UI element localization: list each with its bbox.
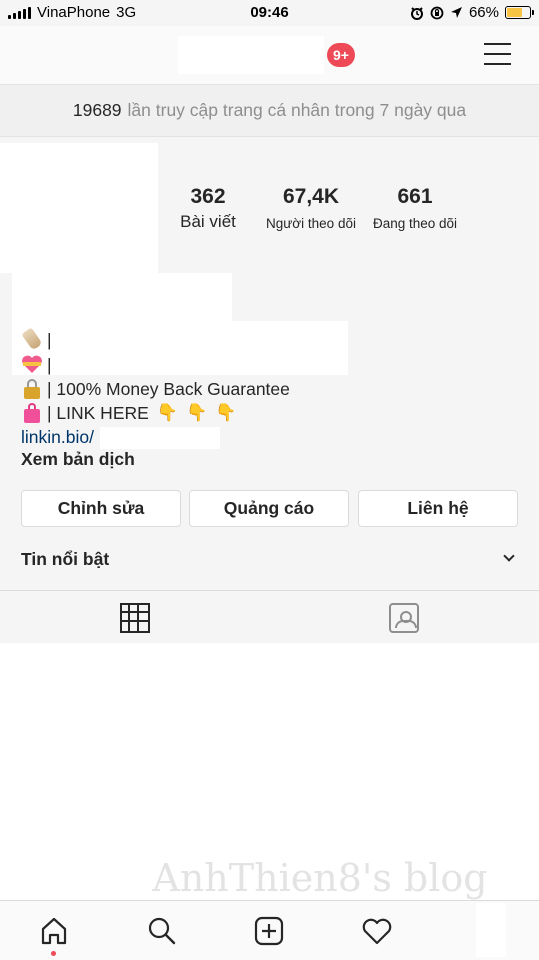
avatar[interactable] bbox=[0, 143, 158, 273]
promote-button[interactable]: Quảng cáo bbox=[189, 490, 349, 527]
alarm-icon bbox=[410, 6, 423, 20]
profile-section: 362 Bài viết 67,4K Người theo dõi 661 Đa… bbox=[0, 137, 539, 590]
shopping-bags-icon bbox=[21, 402, 43, 424]
nav-new-post[interactable] bbox=[215, 901, 323, 960]
new-post-icon bbox=[254, 916, 284, 946]
grid-icon bbox=[119, 602, 150, 633]
following-count: 661 bbox=[397, 185, 433, 208]
chevron-down-icon[interactable] bbox=[503, 550, 515, 562]
pointing-down-icon: 👇 bbox=[215, 403, 237, 422]
bio-link-redacted bbox=[100, 427, 220, 449]
bio-link[interactable]: linkin.bio/ bbox=[21, 427, 94, 448]
posts-grid-area bbox=[0, 643, 539, 900]
profile-visits-banner[interactable]: 19689 lần truy cập trang cá nhân trong 7… bbox=[0, 84, 539, 137]
visits-text: lần truy cập trang cá nhân trong 7 ngày … bbox=[127, 100, 467, 120]
home-active-dot bbox=[51, 951, 56, 956]
username-redacted[interactable] bbox=[178, 36, 324, 74]
lock-icon bbox=[21, 378, 43, 400]
profile-tab-redacted[interactable] bbox=[476, 903, 506, 957]
nav-activity[interactable] bbox=[323, 901, 431, 960]
bio-line-4: | LINK HERE 👇 👇 👇 bbox=[21, 402, 236, 424]
bio-line-3: | 100% Money Back Guarantee bbox=[21, 378, 290, 400]
profile-name-redacted bbox=[12, 273, 232, 321]
heart-ribbon-icon bbox=[21, 354, 43, 376]
status-right: 66% bbox=[410, 4, 534, 21]
pointing-down-icon: 👇 bbox=[185, 403, 208, 422]
stat-posts[interactable]: 362 Bài viết bbox=[170, 185, 246, 232]
bio-line-2-text: | bbox=[47, 354, 52, 375]
status-bar: VinaPhone 3G 09:46 66% bbox=[0, 0, 539, 26]
activity-heart-icon bbox=[362, 918, 392, 945]
bio-line-3-text: | 100% Money Back Guarantee bbox=[47, 378, 290, 399]
contact-button[interactable]: Liên hệ bbox=[358, 490, 518, 527]
bio-line-4-text: | LINK HERE bbox=[47, 402, 149, 423]
followers-count: 67,4K bbox=[282, 185, 340, 208]
bottom-nav bbox=[0, 900, 539, 960]
battery-percent: 66% bbox=[468, 4, 499, 21]
story-highlights-label[interactable]: Tin nổi bật bbox=[21, 549, 109, 570]
nav-search[interactable] bbox=[108, 901, 216, 960]
see-translation-link[interactable]: Xem bản dịch bbox=[21, 449, 135, 470]
profile-header: 9+ bbox=[0, 26, 539, 84]
baby-bottle-icon bbox=[21, 327, 43, 351]
home-icon bbox=[41, 917, 67, 945]
bio-line-2: | bbox=[21, 354, 52, 376]
stat-followers[interactable]: 67,4K Người theo dõi bbox=[259, 185, 363, 231]
followers-label: Người theo dõi bbox=[266, 216, 356, 231]
tab-tagged[interactable] bbox=[269, 591, 538, 644]
tab-grid[interactable] bbox=[0, 591, 269, 644]
location-arrow-icon bbox=[450, 7, 462, 18]
visits-count: 19689 bbox=[72, 100, 122, 120]
bio-line-1-text: | bbox=[47, 329, 52, 350]
pointing-down-icon: 👇 bbox=[156, 403, 178, 422]
bio-line-1: | bbox=[21, 327, 52, 351]
posts-count: 362 bbox=[190, 185, 226, 208]
search-icon bbox=[148, 917, 176, 945]
battery-icon bbox=[505, 6, 534, 19]
stat-following[interactable]: 661 Đang theo dõi bbox=[367, 185, 463, 231]
notification-badge[interactable]: 9+ bbox=[327, 43, 355, 67]
profile-tabs bbox=[0, 590, 539, 643]
bio-redacted-area bbox=[12, 321, 348, 375]
orientation-lock-icon bbox=[430, 6, 444, 19]
hamburger-menu-icon[interactable] bbox=[484, 43, 511, 65]
tagged-icon bbox=[388, 602, 419, 633]
edit-profile-button[interactable]: Chỉnh sửa bbox=[21, 490, 181, 527]
following-label: Đang theo dõi bbox=[372, 216, 458, 231]
posts-label: Bài viết bbox=[180, 212, 236, 231]
